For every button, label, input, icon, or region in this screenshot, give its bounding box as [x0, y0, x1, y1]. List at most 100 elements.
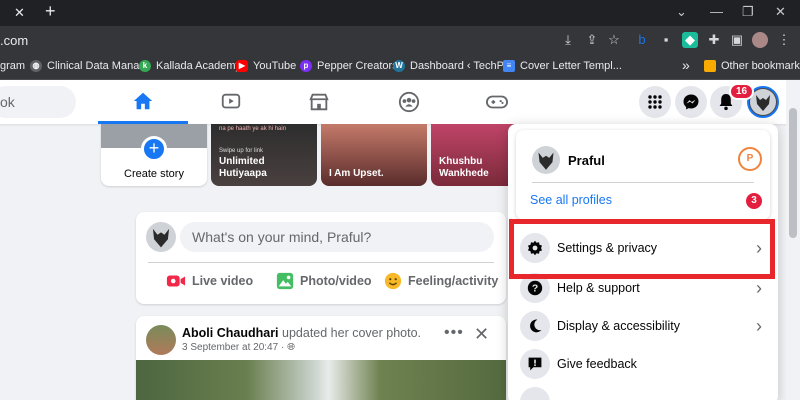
menu-item-logout-partial[interactable] [508, 383, 778, 400]
grid-icon [648, 95, 662, 109]
tab-marketplace[interactable] [274, 80, 364, 124]
watch-icon [221, 93, 241, 109]
tab-bar: ✕ + ⌄ — ❐ ✕ [0, 0, 800, 26]
facebook-nav: ok [0, 80, 800, 124]
post-author[interactable]: Aboli Chaudhari [182, 326, 279, 340]
page-profile-icon[interactable]: P [738, 147, 762, 171]
tab-gaming[interactable] [452, 80, 542, 124]
story-caption: I Am Upset. [329, 168, 384, 179]
chevron-right-icon: › [756, 277, 762, 298]
profile-card: Praful P See all profiles 3 [516, 130, 770, 220]
post-date[interactable]: 3 September at 20:47 · 🌐︎ [182, 342, 295, 353]
story-small-text: Swipe up for link [219, 148, 264, 154]
address-bar: .com ⤓ ⇪ ☆ b ▪ ◆ ✚ ▣ ⋮ [0, 26, 800, 54]
notification-count-badge: 16 [729, 83, 755, 100]
tab-home[interactable] [98, 80, 188, 124]
menu-dots-icon[interactable]: ⋮ [776, 32, 792, 48]
globe-icon: ◍ [30, 60, 42, 72]
smiley-icon [384, 272, 402, 290]
maximize-icon[interactable]: ❐ [742, 4, 754, 20]
page-scrollbar[interactable] [786, 80, 800, 400]
divider [148, 262, 494, 263]
tab-watch[interactable] [186, 80, 276, 124]
url-text[interactable]: .com [0, 33, 28, 48]
bookmark-star-icon[interactable]: ☆ [606, 32, 622, 48]
post-composer: What's on your mind, Praful? Live video … [136, 212, 506, 304]
wolf-avatar-icon [750, 89, 776, 115]
plus-icon[interactable]: + [141, 136, 167, 162]
logout-icon [520, 387, 550, 400]
close-icon[interactable]: ✕ [474, 324, 489, 345]
extension-icon[interactable]: ▪ [658, 32, 674, 48]
bookmark-item[interactable]: gram [0, 60, 25, 72]
more-bookmarks-button[interactable]: » [682, 57, 690, 73]
share-icon[interactable]: ⇪ [584, 32, 600, 48]
bookmark-item[interactable]: ◍ Clinical Data Mana... [30, 60, 149, 72]
groups-icon [398, 91, 420, 113]
live-video-icon [166, 275, 186, 287]
feeling-activity-button[interactable]: Feeling/activity [384, 268, 498, 294]
feedback-icon [520, 349, 550, 379]
profile-count-badge: 3 [746, 193, 762, 209]
menu-item-give-feedback[interactable]: Give feedback [508, 345, 778, 383]
post-header: Aboli Chaudhari updated her cover photo. [182, 326, 421, 340]
messenger-button[interactable] [675, 86, 707, 118]
puzzle-icon[interactable]: ✚ [706, 32, 722, 48]
youtube-icon: ▶ [236, 60, 248, 72]
story-top-text: na pe haath ye ak hi hain [219, 126, 287, 132]
marketplace-icon [309, 93, 329, 111]
wolf-avatar-icon [538, 152, 554, 170]
bookmark-item[interactable]: W Dashboard ‹ TechP... [393, 60, 512, 72]
bookmark-item[interactable]: p Pepper Creators [300, 60, 398, 72]
tab-search-icon[interactable]: ⌄ [676, 4, 687, 20]
pepper-icon: p [300, 60, 312, 72]
divider [532, 182, 754, 183]
extension-app-icon[interactable]: ◆ [682, 32, 698, 48]
feed-post: Aboli Chaudhari updated her cover photo.… [136, 316, 506, 400]
photo-video-button[interactable]: Photo/video [276, 268, 372, 294]
moon-icon [520, 311, 550, 341]
story-card[interactable]: I Am Upset. [321, 124, 427, 186]
story-card[interactable]: na pe haath ye ak hi hain Swipe up for l… [211, 124, 317, 186]
profile-name[interactable]: Praful [568, 153, 605, 168]
close-tab-icon[interactable]: ✕ [14, 5, 25, 21]
bookmark-item[interactable]: ≡ Cover Letter Templ... [503, 60, 622, 72]
story-caption: Unlimited Hutiyaapa [219, 156, 267, 179]
post-action: updated her cover photo. [282, 326, 422, 340]
svg-text:?: ? [532, 284, 538, 295]
wolf-avatar-icon [152, 228, 170, 248]
create-story-label: Create story [124, 168, 184, 180]
scrollbar-thumb[interactable] [789, 108, 797, 238]
avatar [532, 146, 560, 174]
see-all-profiles-link[interactable]: See all profiles [530, 193, 612, 207]
tab-groups[interactable] [364, 80, 454, 124]
cover-photo[interactable] [136, 360, 506, 400]
menu-item-display-accessibility[interactable]: Display & accessibility › [508, 307, 778, 345]
new-tab-icon[interactable]: + [45, 1, 56, 22]
close-window-icon[interactable]: ✕ [775, 4, 786, 20]
avatar[interactable] [146, 325, 176, 355]
other-bookmarks[interactable]: Other bookmarks [704, 60, 800, 72]
live-video-button[interactable]: Live video [166, 268, 253, 294]
bookmark-item[interactable]: k Kallada Academy [139, 60, 241, 72]
docs-icon: ≡ [503, 60, 515, 72]
menu-grid-button[interactable] [639, 86, 671, 118]
create-story-card[interactable]: + Create story [101, 124, 207, 186]
folder-icon [704, 60, 716, 72]
wordpress-icon: W [393, 60, 405, 72]
bing-icon[interactable]: b [634, 32, 650, 48]
story-caption: Khushbu Wankhede [439, 156, 489, 179]
more-options-icon[interactable]: ••• [444, 324, 464, 342]
photo-icon [276, 272, 294, 290]
status-input[interactable]: What's on your mind, Praful? [180, 222, 494, 252]
bookmark-item[interactable]: ▶ YouTube [236, 60, 296, 72]
search-input[interactable]: ok [0, 86, 76, 118]
install-icon[interactable]: ⤓ [560, 32, 576, 48]
minimize-icon[interactable]: — [710, 4, 723, 19]
profile-avatar-icon[interactable] [752, 32, 768, 48]
globe-icon: 🌐︎ [287, 342, 296, 353]
sidepanel-icon[interactable]: ▣ [729, 32, 745, 48]
home-icon [133, 92, 153, 109]
avatar [146, 222, 176, 252]
messenger-icon [683, 94, 699, 110]
